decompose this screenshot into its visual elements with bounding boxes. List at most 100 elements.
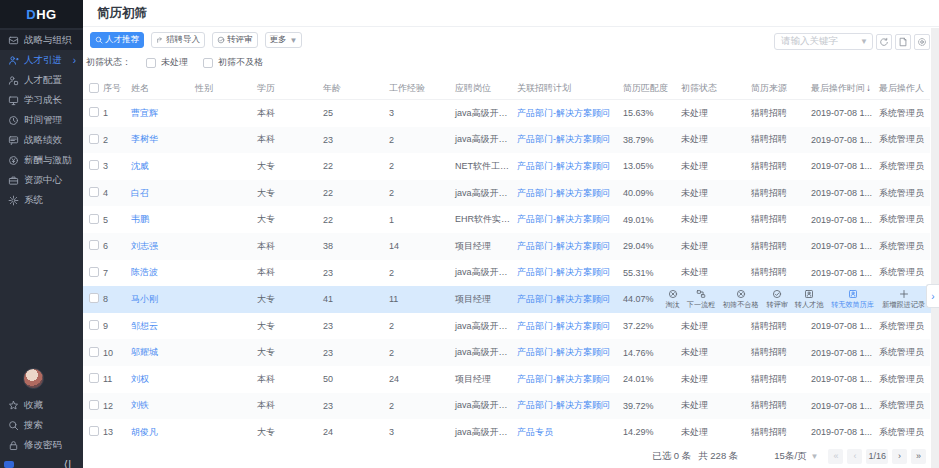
cell-name[interactable]: 刘铁	[127, 399, 191, 412]
table-row[interactable]: 13胡俊凡大专243java高级开发工...产品专员14.29%未处理猎聘招聘2…	[83, 419, 930, 446]
sort-desc-icon[interactable]: ↓	[866, 82, 871, 93]
refresh-button[interactable]	[876, 34, 892, 50]
page-size-select[interactable]: 15条/页▼	[774, 450, 818, 463]
table-row[interactable]: 11刘权本科5024项目经理产品部门-解决方案顾问24.01%未处理猎聘招聘20…	[83, 366, 930, 393]
settings-button[interactable]	[914, 34, 930, 50]
checkbox[interactable]	[146, 58, 156, 68]
eliminate-action[interactable]: 淘汰	[665, 289, 680, 310]
table-row[interactable]: 2李树华本科232java高级开发工...产品部门-解决方案顾问38.79%未处…	[83, 127, 930, 154]
cell-recruit-plan[interactable]: 产品部门-解决方案顾问	[513, 107, 619, 120]
cell-name[interactable]: 马小刚	[127, 293, 191, 306]
column-header[interactable]: 初筛状态	[677, 82, 747, 95]
table-row[interactable]: 12刘铁本科232java高级开发工...产品部门-解决方案顾问39.72%未处…	[83, 393, 930, 420]
sidebar-item-system[interactable]: 系统	[0, 190, 83, 210]
cell-name[interactable]: 曹宜辉	[127, 107, 191, 120]
column-header[interactable]: 年龄	[319, 82, 385, 95]
row-checkbox[interactable]	[89, 267, 99, 277]
last-page-button[interactable]: »	[911, 449, 926, 464]
select-all-checkbox[interactable]	[89, 83, 99, 93]
more-button[interactable]: 更多▼	[265, 32, 303, 48]
to-review-button[interactable]: 转评审	[212, 32, 258, 48]
column-header[interactable]: 学历	[253, 82, 319, 95]
cell-name[interactable]: 胡俊凡	[127, 426, 191, 439]
cell-recruit-plan[interactable]: 产品专员	[513, 426, 619, 439]
row-checkbox[interactable]	[89, 214, 99, 224]
avatar[interactable]	[23, 368, 44, 389]
filter-option-screen-fail[interactable]: 初筛不及格	[203, 56, 263, 69]
to-review-action[interactable]: 转评审	[766, 289, 789, 310]
cell-recruit-plan[interactable]: 产品部门-解决方案顾问	[513, 160, 619, 173]
add-follow-record-action[interactable]: 新增跟进记录	[881, 289, 926, 310]
cell-name[interactable]: 李树华	[127, 133, 191, 146]
cell-recruit-plan[interactable]: 产品部门-解决方案顾问	[513, 293, 619, 306]
cell-name[interactable]: 刘权	[127, 373, 191, 386]
table-row[interactable]: 4白召大专222java高级开发工...产品部门-解决方案顾问40.09%未处理…	[83, 180, 930, 207]
cell-recruit-plan[interactable]: 产品部门-解决方案顾问	[513, 346, 619, 359]
table-row[interactable]: 6刘志强本科3814项目经理产品部门-解决方案顾问29.04%未处理猎聘招聘20…	[83, 233, 930, 260]
sidebar-item-time-management[interactable]: 时间管理	[0, 110, 83, 130]
sidebar-item-resource-center[interactable]: 资源中心	[0, 170, 83, 190]
table-row[interactable]: 9邹想云大专232java高级开发工...产品部门-解决方案顾问37.22%未处…	[83, 313, 930, 340]
row-checkbox[interactable]	[89, 107, 99, 117]
cell-recruit-plan[interactable]: 产品部门-解决方案顾问	[513, 213, 619, 226]
column-header[interactable]: 姓名	[127, 82, 191, 95]
sidebar-item-strategy-performance[interactable]: 战略绩效	[0, 130, 83, 150]
column-header[interactable]: 序号	[99, 82, 127, 95]
scrollbar[interactable]	[931, 28, 939, 468]
column-header[interactable]: 性别	[191, 82, 253, 95]
to-talent-pool-action[interactable]: 转人才池	[794, 289, 824, 310]
row-checkbox[interactable]	[89, 187, 99, 197]
sidebar-item-learning-growth[interactable]: 学习成长	[0, 90, 83, 110]
table-row[interactable]: 1曹宜辉本科253java高级开发工...产品部门-解决方案顾问15.63%未处…	[83, 100, 930, 127]
row-checkbox[interactable]	[89, 347, 99, 357]
next-process-action[interactable]: 下一流程	[686, 289, 716, 310]
table-row[interactable]: 3沈威大专222NET软件工程师7产品部门-解决方案顾问13.05%未处理猎聘招…	[83, 153, 930, 180]
row-checkbox[interactable]	[89, 320, 99, 330]
next-page-button[interactable]: ›	[892, 449, 907, 464]
first-page-button[interactable]: «	[828, 449, 843, 464]
liepin-import-button[interactable]: 猎聘导入	[151, 32, 205, 48]
cell-name[interactable]: 邹想云	[127, 320, 191, 333]
row-checkbox[interactable]	[89, 373, 99, 383]
cell-name[interactable]: 白召	[127, 187, 191, 200]
column-header[interactable]: 最后操作时间↓	[807, 82, 875, 95]
export-button[interactable]	[895, 34, 911, 50]
to-invalid-library-action[interactable]: 转无效简历库	[830, 289, 875, 310]
row-checkbox[interactable]	[89, 426, 99, 436]
sidebar-item-favorites[interactable]: 收藏	[0, 395, 83, 415]
cell-name[interactable]: 陈浩波	[127, 266, 191, 279]
checkbox[interactable]	[203, 58, 213, 68]
column-header[interactable]: 简历匹配度	[619, 82, 677, 95]
sidebar-item-change-password[interactable]: 修改密码	[0, 435, 83, 455]
column-header[interactable]: 应聘岗位	[451, 82, 513, 95]
expand-actions-button[interactable]: ›	[926, 284, 939, 308]
collapse-sidebar-icon[interactable]: ⟨|	[64, 458, 71, 468]
row-checkbox[interactable]	[89, 160, 99, 170]
cell-recruit-plan[interactable]: 产品部门-解决方案顾问	[513, 373, 619, 386]
cell-recruit-plan[interactable]: 产品部门-解决方案顾问	[513, 187, 619, 200]
cell-recruit-plan[interactable]: 产品部门-解决方案顾问	[513, 240, 619, 253]
cell-name[interactable]: 刘志强	[127, 240, 191, 253]
sidebar-item-salary-incentive[interactable]: 薪酬与激励	[0, 150, 83, 170]
cell-recruit-plan[interactable]: 产品部门-解决方案顾问	[513, 266, 619, 279]
screen-fail-action[interactable]: 初筛不合格	[722, 289, 760, 310]
cell-name[interactable]: 邬耀城	[127, 346, 191, 359]
cell-recruit-plan[interactable]: 产品部门-解决方案顾问	[513, 399, 619, 412]
row-checkbox[interactable]	[89, 240, 99, 250]
column-header[interactable]: 关联招聘计划	[513, 82, 619, 95]
talent-recommend-button[interactable]: 人才推荐	[90, 32, 144, 48]
table-row[interactable]: 7陈浩波本科232java高级开发工...产品部门-解决方案顾问55.31%未处…	[83, 260, 930, 287]
table-row[interactable]: 10邬耀城大专232java高级开发工...产品部门-解决方案顾问14.76%未…	[83, 339, 930, 366]
column-header[interactable]: 简历来源	[747, 82, 807, 95]
search-input[interactable]: 请输入关键字 ▼	[774, 33, 873, 50]
row-checkbox[interactable]	[89, 293, 99, 303]
row-checkbox[interactable]	[89, 134, 99, 144]
table-row[interactable]: 5韦鹏大专221EHR软件实施...产品部门-解决方案顾问49.01%未处理猎聘…	[83, 206, 930, 233]
cell-name[interactable]: 韦鹏	[127, 213, 191, 226]
row-checkbox[interactable]	[89, 400, 99, 410]
cell-recruit-plan[interactable]: 产品部门-解决方案顾问	[513, 320, 619, 333]
cell-name[interactable]: 沈威	[127, 160, 191, 173]
prev-page-button[interactable]: ‹	[847, 449, 862, 464]
cell-recruit-plan[interactable]: 产品部门-解决方案顾问	[513, 133, 619, 146]
sidebar-item-talent-intake[interactable]: 人才引进›	[0, 50, 83, 70]
